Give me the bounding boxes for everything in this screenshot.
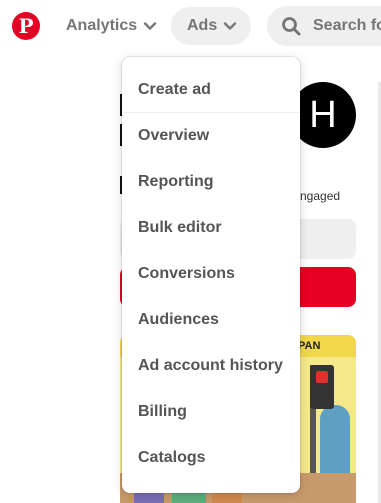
pinterest-logo-icon[interactable]: P xyxy=(12,12,40,40)
ads-dropdown-menu: Create ad Overview Reporting Bulk editor… xyxy=(122,57,300,493)
ads-nav-button[interactable]: Ads xyxy=(171,7,251,45)
traffic-light-red-signal xyxy=(316,371,328,383)
menu-item-conversions[interactable]: Conversions xyxy=(122,251,300,297)
logo-letter: P xyxy=(18,14,34,38)
analytics-nav-label: Analytics xyxy=(66,17,138,34)
menu-item-ad-account-history[interactable]: Ad account history xyxy=(122,343,300,389)
search-icon xyxy=(281,16,301,36)
chevron-down-icon xyxy=(223,19,237,33)
menu-item-reporting[interactable]: Reporting xyxy=(122,159,300,205)
chevron-down-icon xyxy=(143,19,157,33)
menu-item-overview[interactable]: Overview xyxy=(122,113,300,159)
menu-item-bulk-editor[interactable]: Bulk editor xyxy=(122,205,300,251)
pinterest-ads-page: P Analytics Ads Search fo H ngaged PAN C… xyxy=(0,0,381,503)
engaged-stat-label: ngaged xyxy=(300,189,341,203)
search-input[interactable]: Search fo xyxy=(267,6,381,46)
menu-item-create-ad[interactable]: Create ad xyxy=(122,67,300,113)
pin-image-caption: PAN xyxy=(298,340,321,352)
search-placeholder: Search fo xyxy=(313,17,381,34)
menu-item-audiences[interactable]: Audiences xyxy=(122,297,300,343)
menu-item-catalogs[interactable]: Catalogs xyxy=(122,435,300,481)
menu-item-billing[interactable]: Billing xyxy=(122,389,300,435)
avatar-letter: H xyxy=(309,93,337,136)
analytics-nav-button[interactable]: Analytics xyxy=(58,7,165,45)
ads-nav-label: Ads xyxy=(187,17,218,34)
